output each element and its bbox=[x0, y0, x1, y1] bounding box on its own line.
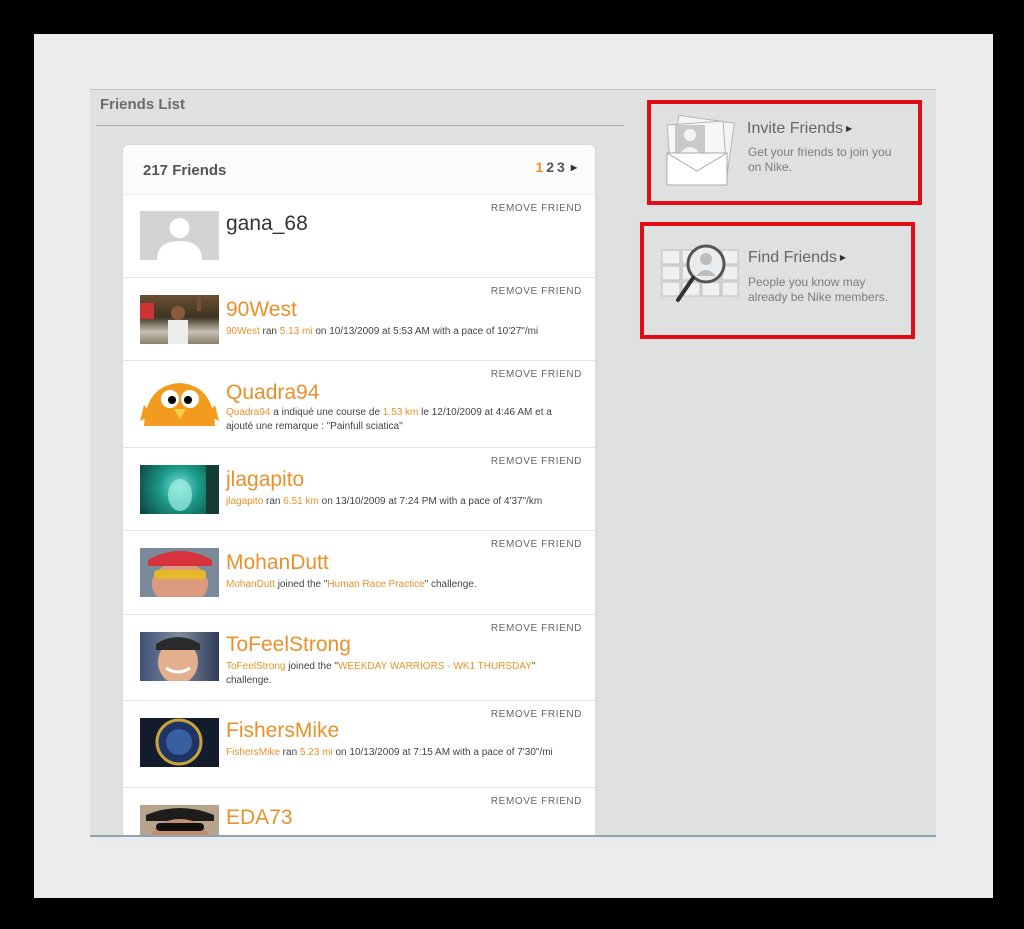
friend-name[interactable]: MohanDutt bbox=[226, 551, 329, 575]
highlight-box bbox=[647, 100, 922, 205]
friend-row: FishersMike REMOVE FRIEND FishersMike ra… bbox=[123, 701, 595, 788]
activity-link[interactable]: 6.51 km bbox=[283, 496, 319, 507]
list-header: 217 Friends 1 2 3 ▶ bbox=[123, 145, 595, 195]
activity-link[interactable]: 90West bbox=[226, 326, 260, 337]
friend-count: 217 Friends bbox=[143, 162, 227, 179]
pagination: 1 2 3 ▶ bbox=[535, 159, 577, 175]
activity-link[interactable]: Quadra94 bbox=[226, 407, 270, 418]
title-divider bbox=[96, 125, 624, 126]
activity-link[interactable]: FishersMike bbox=[226, 747, 280, 758]
friend-row: jlagapito REMOVE FRIEND jlagapito ran 6.… bbox=[123, 448, 595, 531]
activity-text: on 10/13/2009 at 7:15 AM with a pace of … bbox=[332, 747, 553, 758]
friend-row: MohanDutt REMOVE FRIEND MohanDutt joined… bbox=[123, 531, 595, 615]
remove-friend-button[interactable]: REMOVE FRIEND bbox=[491, 456, 582, 467]
next-page-icon[interactable]: ▶ bbox=[571, 163, 577, 172]
avatar[interactable] bbox=[140, 377, 219, 426]
friend-activity: FishersMike ran 5.23 mi on 10/13/2009 at… bbox=[226, 746, 565, 760]
activity-link[interactable]: Human Race Practice bbox=[327, 579, 424, 590]
friend-activity: jlagapito ran 6.51 km on 13/10/2009 at 7… bbox=[226, 495, 565, 509]
page-link[interactable]: 2 bbox=[546, 159, 554, 175]
friend-row: ToFeelStrong REMOVE FRIEND ToFeelStrong … bbox=[123, 615, 595, 701]
friend-row: Quadra94 REMOVE FRIEND Quadra94 a indiqu… bbox=[123, 361, 595, 448]
remove-friend-button[interactable]: REMOVE FRIEND bbox=[491, 286, 582, 297]
default-avatar[interactable] bbox=[140, 211, 219, 260]
activity-link[interactable]: jlagapito bbox=[226, 496, 263, 507]
activity-link[interactable]: 5.13 mi bbox=[280, 326, 313, 337]
friend-name[interactable]: FishersMike bbox=[226, 719, 339, 743]
activity-text: ran bbox=[263, 496, 284, 507]
avatar[interactable] bbox=[140, 718, 219, 767]
activity-text: ran bbox=[279, 747, 300, 758]
friend-row: gana_68 REMOVE FRIEND bbox=[123, 195, 595, 278]
avatar[interactable] bbox=[140, 548, 219, 597]
friend-activity: 90West ran 5.13 mi on 10/13/2009 at 5:53… bbox=[226, 325, 565, 339]
avatar[interactable] bbox=[140, 465, 219, 514]
activity-text: joined the " bbox=[285, 661, 338, 672]
activity-text: a indiqué une course de bbox=[270, 407, 383, 418]
friend-name[interactable]: gana_68 bbox=[226, 212, 308, 236]
activity-text: " challenge. bbox=[424, 579, 477, 590]
friend-activity: ToFeelStrong joined the "WEEKDAY WARRIOR… bbox=[226, 660, 565, 688]
friend-name[interactable]: ToFeelStrong bbox=[226, 633, 351, 657]
activity-text: on 10/13/2009 at 5:53 AM with a pace of … bbox=[312, 326, 539, 337]
friends-panel: Friends List 217 Friends 1 2 3 ▶ gana_68… bbox=[90, 89, 936, 842]
remove-friend-button[interactable]: REMOVE FRIEND bbox=[491, 623, 582, 634]
friend-row: 90West REMOVE FRIEND 90West ran 5.13 mi … bbox=[123, 278, 595, 361]
remove-friend-button[interactable]: REMOVE FRIEND bbox=[491, 203, 582, 214]
friend-row: EDA73 REMOVE FRIEND bbox=[123, 788, 595, 842]
activity-text: joined the " bbox=[274, 579, 328, 590]
activity-link[interactable]: ToFeelStrong bbox=[226, 661, 285, 672]
page-link[interactable]: 3 bbox=[557, 159, 565, 175]
highlight-box bbox=[640, 222, 915, 339]
activity-link[interactable]: 5.23 mi bbox=[300, 747, 333, 758]
remove-friend-button[interactable]: REMOVE FRIEND bbox=[491, 369, 582, 380]
activity-link[interactable]: MohanDutt bbox=[226, 579, 275, 590]
friend-name[interactable]: 90West bbox=[226, 298, 297, 322]
bottom-divider bbox=[90, 835, 936, 842]
friend-name[interactable]: jlagapito bbox=[226, 468, 304, 492]
activity-link[interactable]: WEEKDAY WARRIORS - WK1 THURSDAY bbox=[338, 661, 532, 672]
remove-friend-button[interactable]: REMOVE FRIEND bbox=[491, 796, 582, 807]
friend-activity: Quadra94 a indiqué une course de 1.53 km… bbox=[226, 406, 565, 434]
page-current[interactable]: 1 bbox=[535, 159, 543, 175]
avatar[interactable] bbox=[140, 632, 219, 681]
friend-name[interactable]: Quadra94 bbox=[226, 381, 319, 405]
friend-name[interactable]: EDA73 bbox=[226, 806, 293, 830]
remove-friend-button[interactable]: REMOVE FRIEND bbox=[491, 709, 582, 720]
friend-activity: MohanDutt joined the "Human Race Practic… bbox=[226, 578, 565, 592]
avatar[interactable] bbox=[140, 295, 219, 344]
activity-text: on 13/10/2009 at 7:24 PM with a pace of … bbox=[318, 496, 543, 507]
section-title: Friends List bbox=[100, 96, 186, 113]
friends-list-card: 217 Friends 1 2 3 ▶ gana_68 REMOVE FRIEN… bbox=[123, 145, 595, 842]
activity-text: ran bbox=[259, 326, 280, 337]
activity-link[interactable]: 1.53 km bbox=[383, 407, 419, 418]
remove-friend-button[interactable]: REMOVE FRIEND bbox=[491, 539, 582, 550]
